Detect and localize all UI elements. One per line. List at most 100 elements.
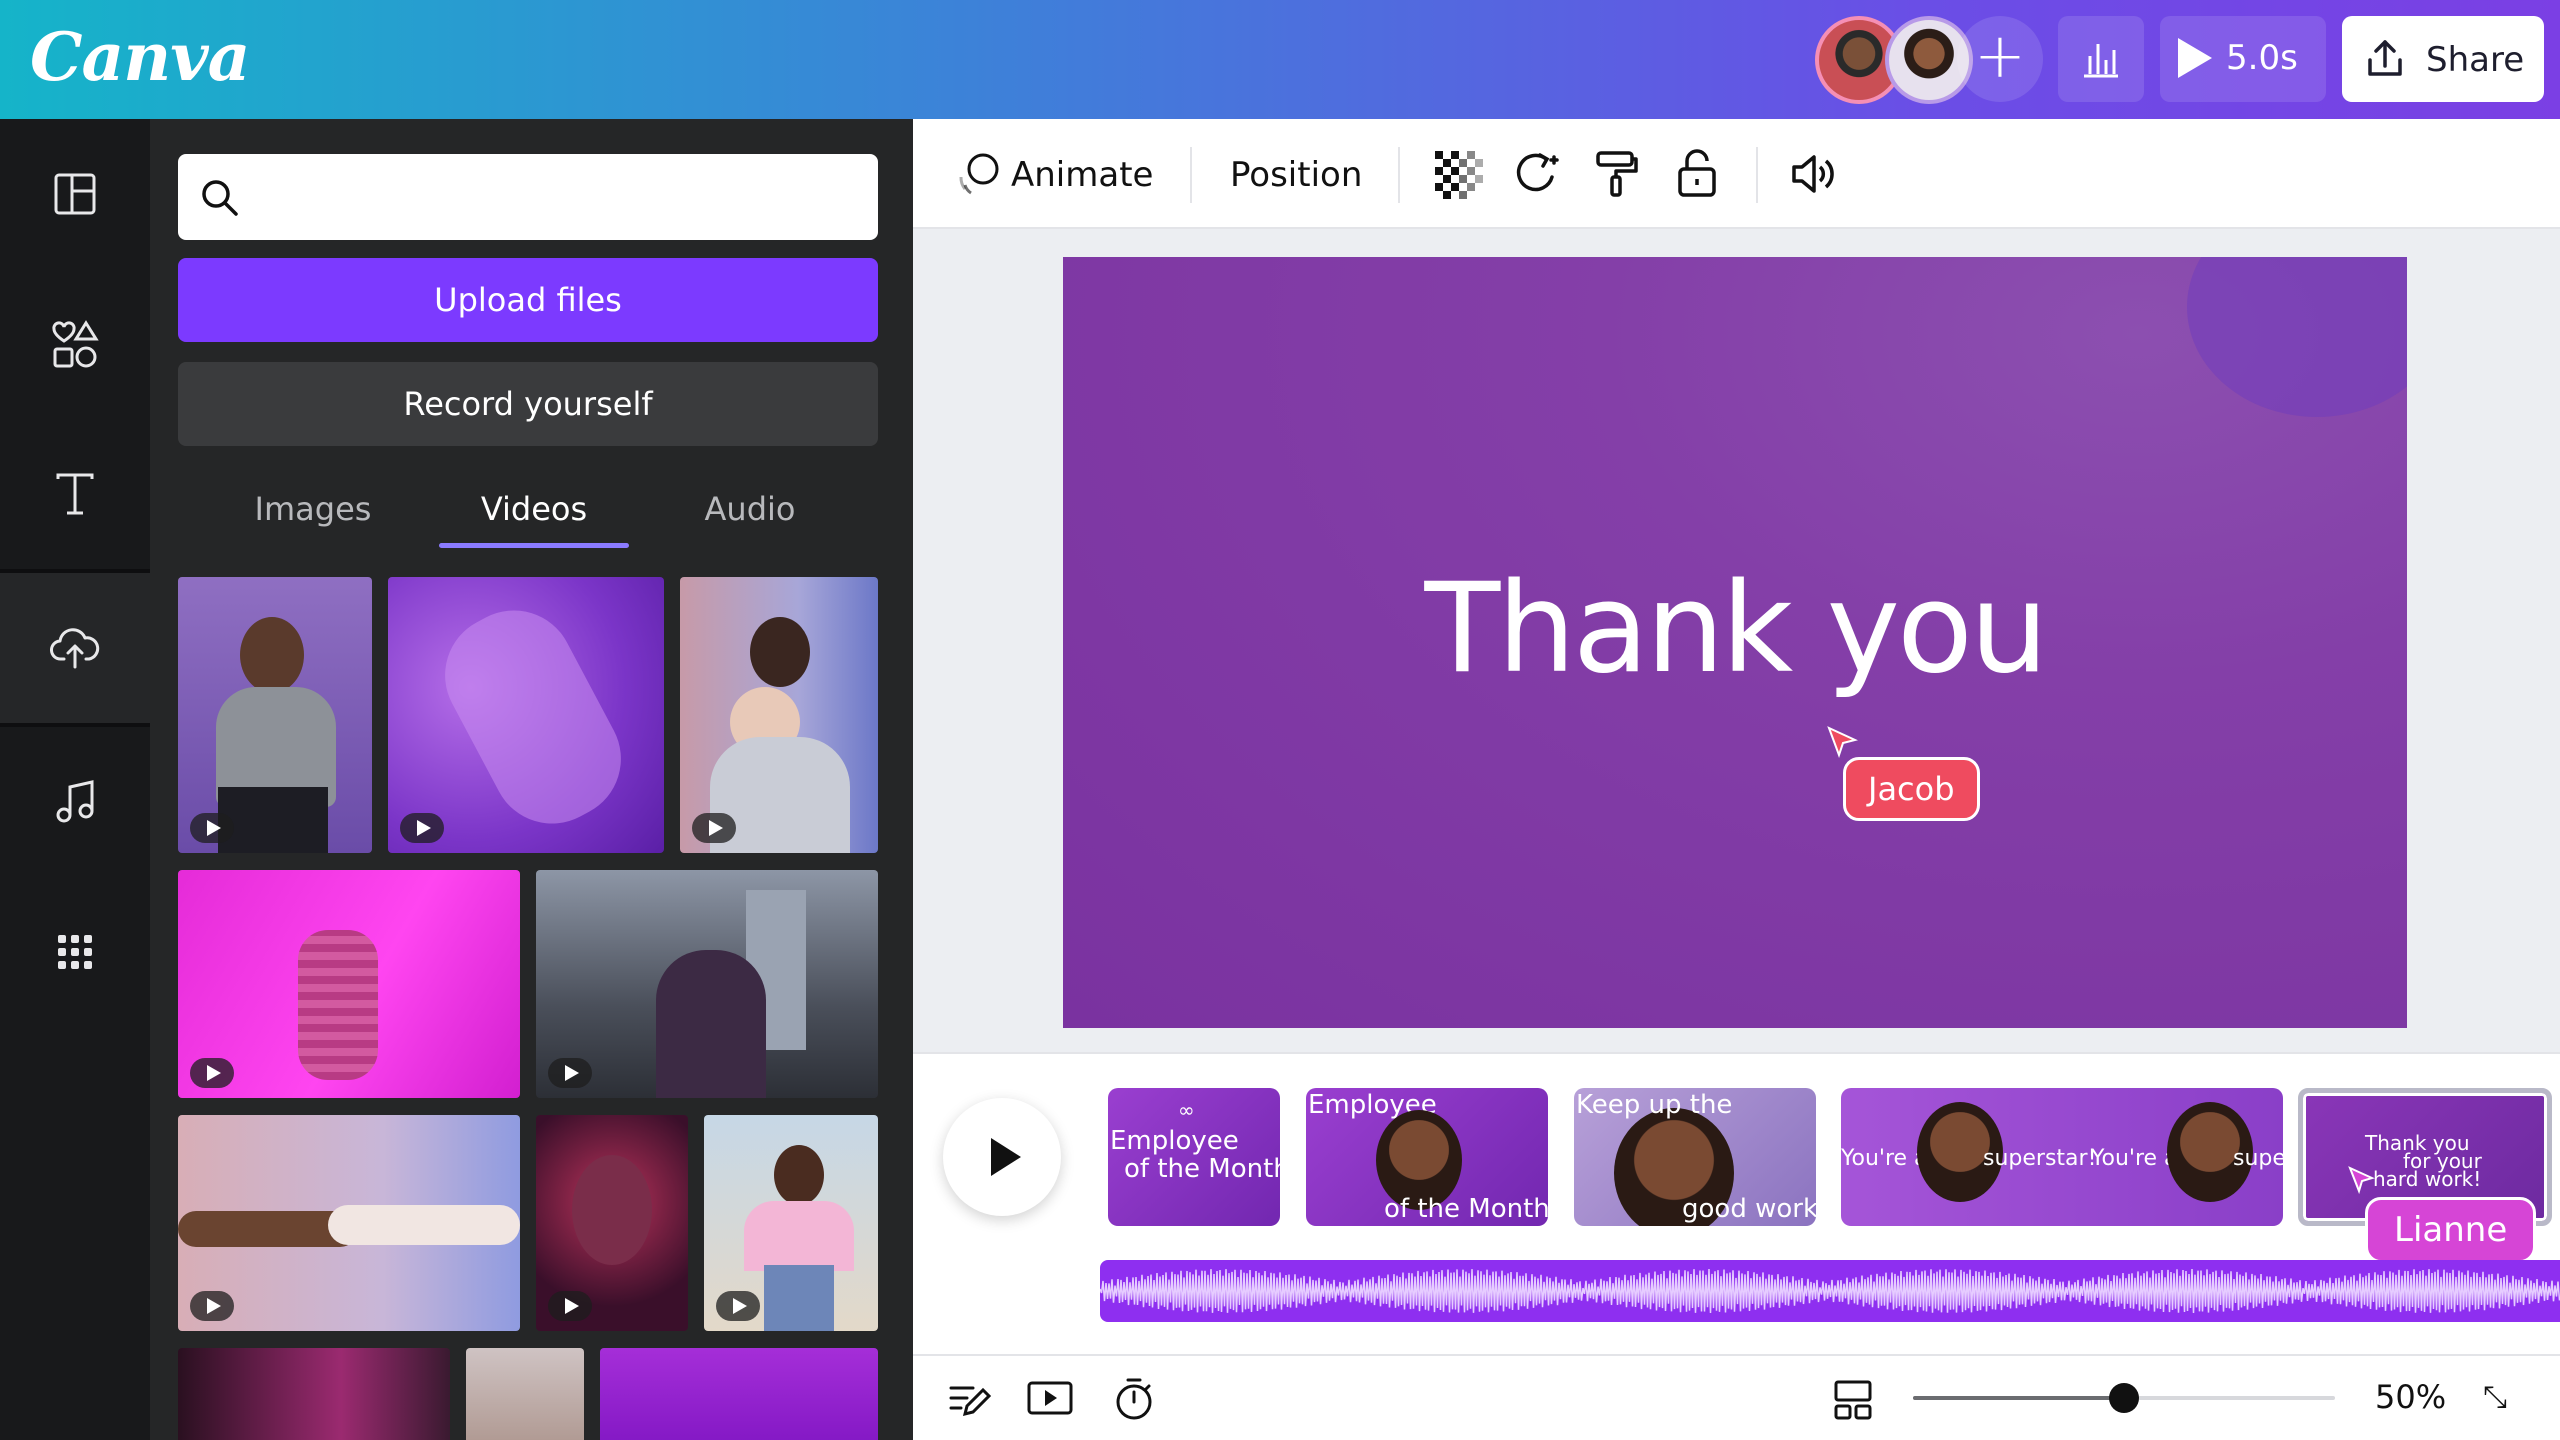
toolbar-divider bbox=[1398, 147, 1400, 203]
sidebar-item-audio[interactable] bbox=[0, 727, 150, 877]
animate-label: Animate bbox=[1011, 155, 1154, 195]
person-figure bbox=[656, 950, 766, 1098]
uploads-panel: Upload files Record yourself Images Vide… bbox=[150, 119, 913, 1440]
person-body bbox=[744, 1201, 854, 1271]
unlock-icon[interactable] bbox=[1670, 147, 1724, 201]
sidebar-item-uploads[interactable] bbox=[0, 573, 150, 723]
waveform-path bbox=[1100, 1268, 2560, 1314]
scene-text: You're a bbox=[2091, 1146, 2178, 1171]
sidebar-item-apps[interactable] bbox=[0, 877, 150, 1027]
position-button[interactable]: Position bbox=[1230, 155, 1362, 195]
collaborator-avatars: + bbox=[1815, 16, 2043, 104]
play-badge-icon bbox=[400, 813, 444, 843]
scene-text: superstar! bbox=[1983, 1146, 2097, 1171]
tab-audio[interactable]: Audio bbox=[655, 469, 845, 549]
timer-icon[interactable] bbox=[1111, 1376, 1157, 1422]
video-thumbnail[interactable] bbox=[178, 577, 372, 853]
animate-button[interactable]: Animate bbox=[955, 149, 1153, 199]
duration-label: 5.0s bbox=[2226, 38, 2298, 78]
zoom-slider-fill bbox=[1913, 1396, 2124, 1400]
hand bbox=[328, 1205, 520, 1245]
record-yourself-button[interactable]: Record yourself bbox=[178, 362, 878, 446]
notes-icon[interactable] bbox=[945, 1376, 991, 1422]
play-badge-icon bbox=[548, 1291, 592, 1321]
tab-videos[interactable]: Videos bbox=[439, 469, 629, 549]
editor-toolbar: Animate Position bbox=[913, 119, 2560, 229]
timeline: ∞ Employee of the Month Employee of the … bbox=[913, 1052, 2560, 1354]
bar-chart-icon bbox=[2084, 44, 2118, 78]
scene-thumbnail[interactable]: Employee of the Month bbox=[1306, 1088, 1548, 1226]
person-head bbox=[750, 617, 810, 687]
refresh-magic-icon[interactable] bbox=[1510, 147, 1564, 201]
insights-button[interactable] bbox=[2058, 16, 2144, 102]
scene-text: of the Month bbox=[1124, 1154, 1280, 1184]
apps-icon bbox=[58, 935, 92, 969]
person-head bbox=[240, 617, 304, 693]
audio-track[interactable] bbox=[1100, 1260, 2560, 1322]
grid-view-icon[interactable] bbox=[1830, 1376, 1876, 1422]
play-badge-icon bbox=[716, 1291, 760, 1321]
abstract-shape bbox=[423, 589, 643, 845]
person-figure bbox=[298, 930, 378, 1080]
play-badge-icon bbox=[548, 1058, 592, 1088]
video-thumbnail[interactable] bbox=[536, 1115, 688, 1331]
top-bar: Canva + 5.0s Share bbox=[0, 0, 2560, 119]
collaborator-cursor-label: Lianne bbox=[2365, 1197, 2537, 1263]
cursor-pointer-icon bbox=[2348, 1166, 2375, 1195]
search-box[interactable] bbox=[178, 154, 878, 240]
share-button[interactable]: Share bbox=[2342, 16, 2544, 102]
toolbar-divider bbox=[1190, 147, 1192, 203]
video-thumbnail[interactable] bbox=[178, 870, 520, 1098]
slide-title[interactable]: Thank you bbox=[1063, 557, 2407, 701]
editor-footer: 50% ⤡ bbox=[913, 1354, 2560, 1440]
video-thumbnail[interactable] bbox=[704, 1115, 878, 1331]
elements-icon bbox=[52, 320, 99, 368]
play-badge-icon bbox=[692, 813, 736, 843]
scene-thumbnail[interactable]: You're a superstar! You're a super bbox=[1841, 1088, 2283, 1226]
video-thumbnail[interactable] bbox=[536, 870, 878, 1098]
sidebar-item-elements[interactable] bbox=[0, 269, 150, 419]
zoom-value[interactable]: 50% bbox=[2375, 1378, 2446, 1416]
scene-text: You're a bbox=[1841, 1146, 1928, 1171]
scene-text: super bbox=[2233, 1146, 2283, 1171]
timeline-play-button[interactable] bbox=[943, 1098, 1061, 1216]
present-play-button[interactable]: 5.0s bbox=[2160, 16, 2326, 102]
video-thumbnail[interactable] bbox=[600, 1348, 878, 1440]
video-thumbnail[interactable] bbox=[680, 577, 878, 853]
tab-images[interactable]: Images bbox=[218, 469, 408, 549]
zoom-slider[interactable] bbox=[1913, 1383, 2335, 1413]
canva-logo[interactable]: Canva bbox=[30, 18, 250, 96]
video-thumbnail[interactable] bbox=[178, 1115, 520, 1331]
fullscreen-icon[interactable]: ⤡ bbox=[2483, 1380, 2507, 1415]
person-legs bbox=[218, 787, 328, 853]
present-screen-icon[interactable] bbox=[1025, 1376, 1075, 1422]
video-thumbnail[interactable] bbox=[388, 577, 664, 853]
paint-roller-icon[interactable] bbox=[1590, 147, 1644, 201]
video-thumbnail[interactable] bbox=[466, 1348, 584, 1440]
video-thumbnail[interactable] bbox=[178, 1348, 450, 1440]
scene-thumbnail[interactable]: ∞ Employee of the Month bbox=[1108, 1088, 1280, 1226]
toolbar-divider bbox=[1756, 147, 1758, 203]
text-icon bbox=[56, 473, 94, 515]
canvas-area: Thank you bbox=[913, 229, 2560, 1052]
slide-canvas[interactable]: Thank you bbox=[1063, 257, 2407, 1028]
zoom-slider-handle[interactable] bbox=[2109, 1383, 2139, 1413]
person-head bbox=[572, 1155, 652, 1265]
animate-icon bbox=[959, 153, 999, 195]
media-tabs: Images Videos Audio bbox=[178, 469, 878, 549]
upload-files-button[interactable]: Upload files bbox=[178, 258, 878, 342]
volume-icon[interactable] bbox=[1786, 147, 1840, 201]
search-input[interactable] bbox=[258, 164, 858, 230]
scene-text: Employee bbox=[1110, 1126, 1239, 1156]
scene-logo-mark: ∞ bbox=[1178, 1098, 1195, 1122]
share-label: Share bbox=[2426, 40, 2525, 80]
scene-thumbnail[interactable]: Keep up the good work! bbox=[1574, 1088, 1816, 1226]
add-collaborator-button[interactable]: + bbox=[1957, 16, 2043, 102]
sidebar-item-design[interactable] bbox=[0, 119, 150, 269]
play-badge-icon bbox=[190, 813, 234, 843]
music-icon bbox=[56, 780, 94, 823]
decorative-blob bbox=[2187, 257, 2407, 417]
scene-text: of the Month bbox=[1384, 1194, 1548, 1224]
transparency-icon[interactable] bbox=[1431, 147, 1485, 201]
sidebar-item-text[interactable] bbox=[0, 419, 150, 569]
